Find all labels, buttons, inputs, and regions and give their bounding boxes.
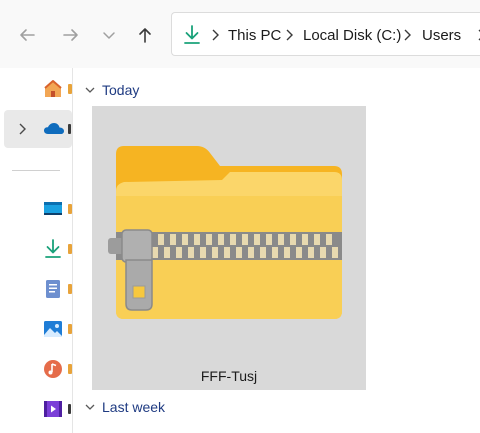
up-arrow-icon	[139, 28, 151, 43]
address-bar[interactable]: This PC Local Disk (C:) Users	[171, 12, 480, 56]
recent-locations-button[interactable]	[96, 22, 122, 48]
home-icon	[44, 80, 62, 97]
chevron-down-icon	[85, 87, 95, 93]
breadcrumb-separator-icon	[284, 28, 294, 47]
sidebar-divider	[12, 170, 60, 171]
sidebar-label-truncated	[68, 84, 72, 94]
sidebar-item-pictures[interactable]	[42, 318, 64, 340]
downloads-icon	[182, 24, 202, 51]
sidebar-label-truncated	[68, 244, 72, 254]
breadcrumb-separator-icon	[402, 28, 412, 47]
back-arrow-icon	[20, 29, 35, 41]
videos-icon	[44, 401, 62, 417]
breadcrumb-users[interactable]: Users	[422, 27, 461, 44]
pictures-icon	[44, 321, 62, 337]
sidebar-item-videos[interactable]	[42, 398, 64, 420]
sidebar-label-truncated	[68, 284, 72, 294]
desktop-icon	[44, 202, 62, 215]
onedrive-icon	[42, 118, 64, 140]
toolbar: This PC Local Disk (C:) Users	[0, 0, 480, 68]
group-label: Last week	[102, 399, 166, 415]
sidebar-item-downloads[interactable]	[42, 238, 64, 260]
chevron-down-icon	[103, 32, 115, 39]
sidebar-item-music[interactable]	[42, 358, 64, 380]
pane-divider[interactable]	[72, 68, 73, 433]
group-header-today[interactable]: Today	[84, 82, 139, 98]
breadcrumb-local-disk[interactable]: Local Disk (C:)	[303, 27, 401, 44]
group-label: Today	[102, 82, 140, 98]
group-header-last-week[interactable]: Last week	[84, 399, 165, 415]
back-button[interactable]	[14, 22, 40, 48]
documents-icon	[46, 280, 60, 298]
sidebar-label-truncated	[68, 324, 72, 334]
chevron-right-icon[interactable]	[16, 122, 28, 136]
sidebar-label-truncated	[68, 404, 71, 414]
chevron-down-icon	[85, 404, 95, 410]
sidebar-label-truncated	[68, 124, 71, 134]
sidebar-item-documents[interactable]	[42, 278, 64, 300]
breadcrumb-separator-icon	[476, 28, 480, 47]
sidebar-item-home[interactable]	[42, 78, 64, 100]
forward-button[interactable]	[58, 22, 84, 48]
music-icon	[44, 360, 62, 378]
breadcrumb-this-pc[interactable]: This PC	[228, 27, 281, 44]
file-name: FFF-Tusj	[200, 368, 258, 384]
downloads-icon	[45, 239, 61, 258]
sidebar-label-truncated	[68, 204, 72, 214]
forward-arrow-icon	[63, 29, 78, 41]
file-item[interactable]: FFF-Tusj	[92, 106, 366, 390]
sidebar-label-truncated	[68, 364, 72, 374]
up-button[interactable]	[132, 22, 158, 48]
zip-folder-icon	[108, 146, 342, 319]
breadcrumb-separator-icon	[210, 28, 220, 47]
sidebar-item-desktop[interactable]	[42, 198, 64, 220]
